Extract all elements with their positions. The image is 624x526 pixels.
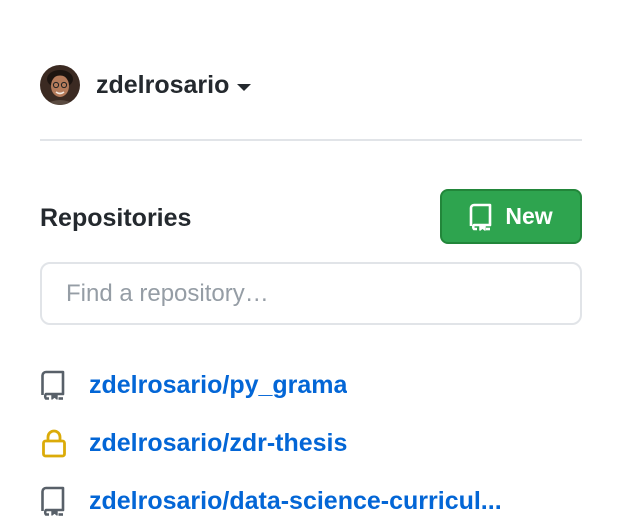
dashboard-sidebar: zdelrosario Repositories New Find a repo… (0, 0, 624, 526)
new-repository-button[interactable]: New (440, 189, 582, 244)
find-repository-input[interactable] (40, 262, 582, 325)
repositories-heading: Repositories (40, 204, 192, 232)
repository-list: zdelrosario/py_grama zdelrosario/zdr-the… (40, 356, 600, 526)
avatar (40, 65, 80, 105)
repo-link-data-science-curriculum[interactable]: zdelrosario/data-science-curricul... (89, 485, 502, 517)
caret-down-icon (237, 83, 252, 91)
new-button-label: New (505, 203, 553, 229)
divider (40, 139, 582, 141)
repo-icon (40, 370, 74, 400)
repo-link-zdr-thesis[interactable]: zdelrosario/zdr-thesis (89, 427, 347, 459)
account-switcher[interactable]: zdelrosario (40, 64, 252, 106)
repo-book-icon (469, 203, 493, 231)
list-item: zdelrosario/py_grama (40, 356, 600, 414)
lock-icon (40, 428, 74, 458)
list-item: zdelrosario/data-science-curricul... (40, 472, 600, 526)
account-username: zdelrosario (96, 70, 230, 99)
repo-link-py-grama[interactable]: zdelrosario/py_grama (89, 369, 347, 401)
repo-icon (40, 486, 74, 516)
list-item: zdelrosario/zdr-thesis (40, 414, 600, 472)
